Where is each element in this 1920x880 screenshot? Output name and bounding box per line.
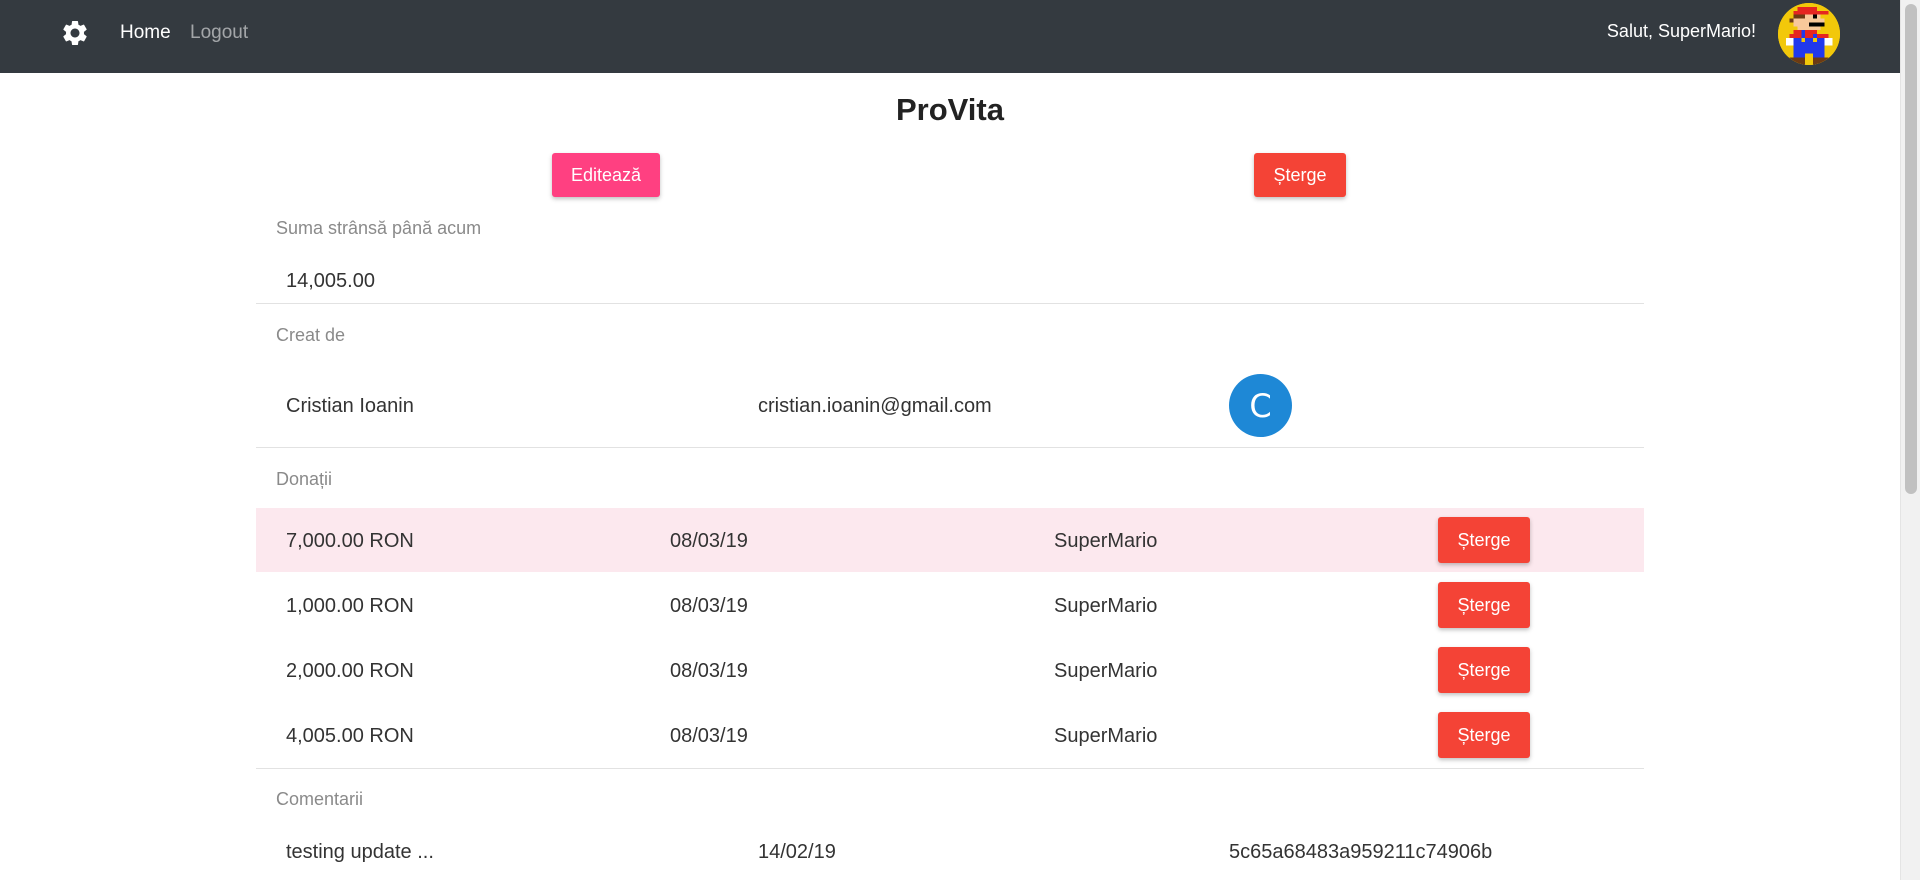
creator-label: Creat de bbox=[276, 325, 346, 345]
divider bbox=[256, 447, 1644, 448]
nav-home-link[interactable]: Home bbox=[120, 22, 171, 44]
comment-id: 5c65a68483a959211c74906b bbox=[1229, 841, 1493, 863]
comments-label: Comentarii bbox=[276, 789, 364, 809]
donation-amount: 4,005.00 RON bbox=[286, 725, 414, 747]
donation-date: 08/03/19 bbox=[670, 660, 748, 682]
page-title: ProVita bbox=[896, 92, 1004, 127]
donation-user: SuperMario bbox=[1054, 530, 1158, 552]
user-avatar[interactable] bbox=[1778, 3, 1840, 65]
creator-email: cristian.ioanin@gmail.com bbox=[758, 395, 992, 417]
highlighted-row bbox=[256, 508, 1644, 572]
delete-donation-button[interactable]: Șterge bbox=[1438, 517, 1530, 563]
delete-donation-button[interactable]: Șterge bbox=[1438, 712, 1530, 758]
divider bbox=[256, 303, 1644, 304]
edit-button[interactable]: Editează bbox=[552, 153, 660, 197]
delete-donation-button[interactable]: Șterge bbox=[1438, 647, 1530, 693]
creator-name: Cristian Ioanin bbox=[286, 395, 414, 417]
donations-label: Donații bbox=[276, 469, 333, 489]
divider bbox=[256, 768, 1644, 769]
donation-date: 08/03/19 bbox=[670, 725, 748, 747]
gear-icon[interactable] bbox=[60, 18, 90, 48]
donation-amount: 1,000.00 RON bbox=[286, 595, 414, 617]
donation-date: 08/03/19 bbox=[670, 530, 748, 552]
donation-date: 08/03/19 bbox=[670, 595, 748, 617]
nav-logout-link[interactable]: Logout bbox=[190, 22, 248, 44]
mario-avatar-icon bbox=[1778, 3, 1840, 65]
amount-label: Suma strânsă până acum bbox=[276, 218, 482, 238]
donation-amount: 2,000.00 RON bbox=[286, 660, 414, 682]
top-navbar: Home Logout Salut, SuperMario! bbox=[0, 0, 1900, 73]
delete-campaign-button[interactable]: Șterge bbox=[1254, 153, 1346, 197]
donation-amount: 7,000.00 RON bbox=[286, 530, 414, 552]
creator-avatar: C bbox=[1229, 374, 1292, 437]
delete-donation-button[interactable]: Șterge bbox=[1438, 582, 1530, 628]
page-scrollbar[interactable] bbox=[1900, 0, 1920, 880]
donation-user: SuperMario bbox=[1054, 725, 1158, 747]
donation-user: SuperMario bbox=[1054, 660, 1158, 682]
comment-text: testing update ... bbox=[286, 841, 434, 863]
user-greeting: Salut, SuperMario! bbox=[1606, 21, 1756, 41]
amount-value: 14,005.00 bbox=[286, 270, 375, 292]
scrollbar-thumb[interactable] bbox=[1905, 4, 1917, 494]
donation-user: SuperMario bbox=[1054, 595, 1158, 617]
comment-date: 14/02/19 bbox=[758, 841, 836, 863]
